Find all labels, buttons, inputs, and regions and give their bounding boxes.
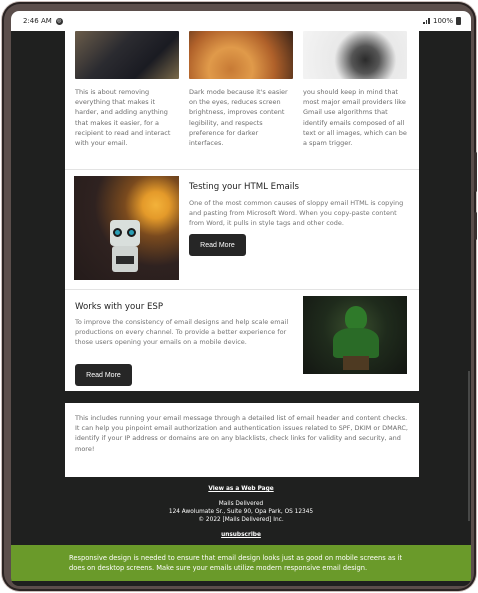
figurine-image xyxy=(303,296,407,374)
phone-frame: 2:46 AM ◎ 100% This is about removing ev… xyxy=(2,2,477,591)
screen: 2:46 AM ◎ 100% This is about removing ev… xyxy=(11,11,471,586)
article-text: To improve the consistency of email desi… xyxy=(75,318,289,346)
three-column-section: This is about removing everything that m… xyxy=(65,31,419,169)
column-text: This is about removing everything that m… xyxy=(75,88,171,148)
footer: View as a Web Page Mails Delivered 124 A… xyxy=(11,485,471,539)
battery-icon xyxy=(456,17,461,25)
copyright: © 2022 [Mails Delivered] Inc. xyxy=(198,517,284,523)
scrollbar[interactable] xyxy=(468,371,470,521)
column-image xyxy=(189,31,293,79)
article-esp: Works with your ESP To improve the consi… xyxy=(65,289,419,391)
column-accessibility: This is about removing everything that m… xyxy=(75,31,179,148)
notification-icon: ◎ xyxy=(55,17,63,25)
about-section: This includes running your email message… xyxy=(65,403,419,477)
column-dark-mode: Dark mode because it's easier on the eye… xyxy=(189,31,293,148)
banner-text: Responsive design is needed to ensure th… xyxy=(69,554,403,572)
column-image xyxy=(75,31,179,79)
read-more-button[interactable]: Read More xyxy=(189,234,246,256)
company-name: Mails Delivered xyxy=(218,501,264,507)
signal-icon xyxy=(423,18,430,24)
read-more-button[interactable]: Read More xyxy=(75,364,132,386)
robot-image xyxy=(74,176,179,280)
column-spam: you should keep in mind that most major … xyxy=(303,31,407,148)
company-address: 124 Awolumate Sr., Suite 90, Opa Park, O… xyxy=(168,509,314,515)
status-bar: 2:46 AM ◎ 100% xyxy=(11,11,471,31)
unsubscribe-link[interactable]: unsubscribe xyxy=(11,531,471,539)
power-button xyxy=(474,212,477,240)
responsive-banner: Responsive design is needed to ensure th… xyxy=(11,545,471,581)
column-text: Dark mode because it's easier on the eye… xyxy=(189,88,288,148)
volume-button xyxy=(474,152,477,192)
article-text: One of the most common causes of sloppy … xyxy=(189,199,404,227)
article-title: Works with your ESP xyxy=(75,302,164,312)
column-image xyxy=(303,31,407,79)
article-testing: Testing your HTML Emails One of the most… xyxy=(65,169,419,289)
status-time: 2:46 AM xyxy=(23,17,52,25)
web-page-link[interactable]: View as a Web Page xyxy=(11,485,471,493)
about-text: This includes running your email message… xyxy=(75,414,408,453)
column-text: you should keep in mind that most major … xyxy=(303,88,407,148)
article-title: Testing your HTML Emails xyxy=(189,182,299,192)
battery-percent: 100% xyxy=(432,17,453,25)
